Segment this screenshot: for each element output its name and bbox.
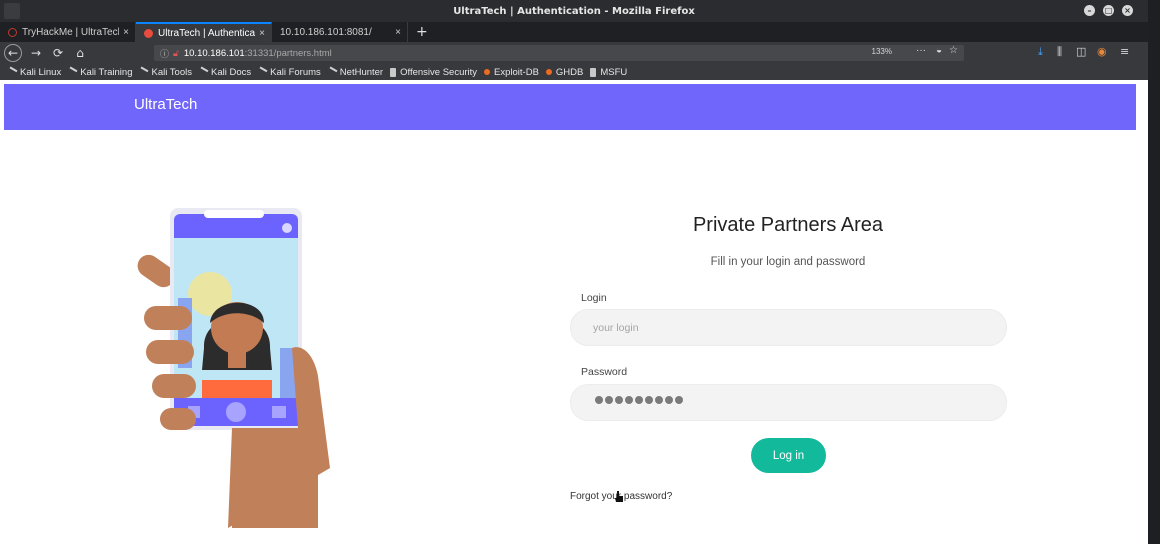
back-button[interactable]: ← <box>4 44 22 62</box>
downloads-icon[interactable]: ⤓ <box>1038 45 1043 59</box>
bookmark-item[interactable]: Offensive Security <box>390 67 477 78</box>
tab-port-8081[interactable]: 10.10.186.101:8081/ × <box>272 22 408 42</box>
tab-close-icon[interactable]: × <box>395 27 401 38</box>
login-label: Login <box>581 292 607 304</box>
kali-icon <box>256 66 268 78</box>
exploitdb-icon <box>484 69 491 75</box>
site-brand[interactable]: UltraTech <box>134 96 197 113</box>
password-mask-dot <box>655 396 663 404</box>
library-icon[interactable]: ⫼ <box>1057 45 1062 59</box>
offsec-icon <box>590 67 597 77</box>
app-menu-icon[interactable] <box>4 3 20 19</box>
page-actions-button[interactable]: ··· <box>916 45 926 56</box>
password-mask <box>595 396 685 404</box>
kali-icon <box>66 66 78 78</box>
url-bar[interactable]: ⓘ 🔓︎ 10.10.186.101 :31331/partners.html … <box>154 45 964 61</box>
tab-close-icon[interactable]: × <box>259 28 265 39</box>
info-icon[interactable]: ⓘ <box>160 47 169 60</box>
form-subtitle: Fill in your login and password <box>710 256 866 268</box>
insecure-lock-icon[interactable]: 🔓︎ <box>173 48 179 59</box>
new-tab-button[interactable]: + <box>408 22 436 42</box>
tryhackme-favicon-icon <box>8 27 17 37</box>
bookmark-label: NetHunter <box>339 66 384 78</box>
password-mask-dot <box>675 396 683 404</box>
bookmark-label: Kali Docs <box>210 66 252 78</box>
bookmark-item[interactable]: MSFU <box>590 67 627 78</box>
bookmark-label: Kali Tools <box>151 66 192 78</box>
kali-icon <box>197 66 209 78</box>
title-bar: UltraTech | Authentication - Mozilla Fir… <box>0 0 1148 22</box>
bookmark-item[interactable]: Kali Forums <box>256 66 321 78</box>
url-host: 10.10.186.101 <box>183 47 245 59</box>
bookmark-item[interactable]: Kali Tools <box>138 66 192 78</box>
password-input[interactable] <box>570 384 1007 421</box>
ultratech-favicon-icon <box>144 28 153 38</box>
bookmark-label: Kali Linux <box>20 66 62 78</box>
reload-button[interactable]: ⟳ <box>50 45 66 61</box>
url-path: :31331/partners.html <box>244 47 332 59</box>
burp-extension-icon[interactable]: ◉ <box>1097 45 1107 58</box>
tab-close-icon[interactable]: × <box>123 27 129 38</box>
tab-strip: TryHackMe | UltraTech × UltraTech | Auth… <box>0 22 1148 42</box>
login-button[interactable]: Log in <box>751 438 826 473</box>
tab-ultratech-auth[interactable]: UltraTech | Authentication × <box>136 22 272 42</box>
password-mask-dot <box>615 396 623 404</box>
password-mask-dot <box>595 396 603 404</box>
forward-button[interactable]: → <box>28 45 44 61</box>
zoom-level[interactable]: 133% <box>872 47 892 56</box>
tab-label: TryHackMe | UltraTech <box>22 26 120 38</box>
form-title: Private Partners Area <box>692 214 884 236</box>
offsec-icon <box>390 67 397 77</box>
mouse-cursor-icon <box>615 491 623 502</box>
menu-icon[interactable]: ≡ <box>1120 45 1129 58</box>
bookmark-item[interactable]: Exploit-DB <box>484 67 539 78</box>
bookmark-label: Kali Training <box>80 66 133 78</box>
password-mask-dot <box>625 396 633 404</box>
login-input[interactable] <box>570 309 1007 346</box>
kali-icon <box>138 66 149 78</box>
pocket-icon[interactable]: ◒ <box>936 45 942 56</box>
bookmarks-toolbar: Kali Linux Kali Training Kali Tools Kali… <box>0 64 1148 80</box>
bookmark-item[interactable]: GHDB <box>545 66 584 78</box>
password-mask-dot <box>605 396 613 404</box>
maximize-icon[interactable]: □ <box>1103 5 1114 16</box>
bookmark-label: Exploit-DB <box>494 66 539 78</box>
bookmark-label: GHDB <box>555 66 584 78</box>
bookmark-item[interactable]: Kali Docs <box>197 66 252 78</box>
minimize-icon[interactable]: – <box>1084 5 1095 16</box>
site-header: UltraTech <box>4 84 1136 130</box>
password-mask-dot <box>665 396 673 404</box>
phone-hand-illustration <box>137 208 330 528</box>
bookmark-label: MSFU <box>600 66 628 78</box>
bookmark-item[interactable]: Kali Training <box>66 66 133 78</box>
kali-icon <box>326 66 338 78</box>
home-button[interactable]: ⌂ <box>72 45 88 61</box>
bookmark-star-icon[interactable]: ☆ <box>949 45 958 56</box>
password-label: Password <box>581 366 628 378</box>
password-mask-dot <box>645 396 653 404</box>
firefox-window: UltraTech | Authentication - Mozilla Fir… <box>0 0 1148 544</box>
tab-label: UltraTech | Authentication <box>158 27 256 39</box>
tab-label: 10.10.186.101:8081/ <box>280 26 372 38</box>
navigation-bar: ← → ⟳ ⌂ ⓘ 🔓︎ 10.10.186.101 :31331/partne… <box>0 42 1148 64</box>
bookmark-item[interactable]: Kali Linux <box>6 66 62 78</box>
bookmark-item[interactable]: NetHunter <box>326 66 384 78</box>
kali-icon <box>6 66 18 78</box>
exploitdb-icon <box>545 69 552 75</box>
password-mask-dot <box>635 396 643 404</box>
sidebar-icon[interactable]: ◫ <box>1076 45 1086 58</box>
bookmark-label: Offensive Security <box>400 66 478 78</box>
tab-tryhackme[interactable]: TryHackMe | UltraTech × <box>0 22 136 42</box>
bookmark-label: Kali Forums <box>270 66 321 78</box>
page-viewport: UltraTech Private Partners Area Fill in … <box>4 80 1136 544</box>
close-window-icon[interactable]: × <box>1122 5 1133 16</box>
window-title: UltraTech | Authentication - Mozilla Fir… <box>453 5 695 17</box>
